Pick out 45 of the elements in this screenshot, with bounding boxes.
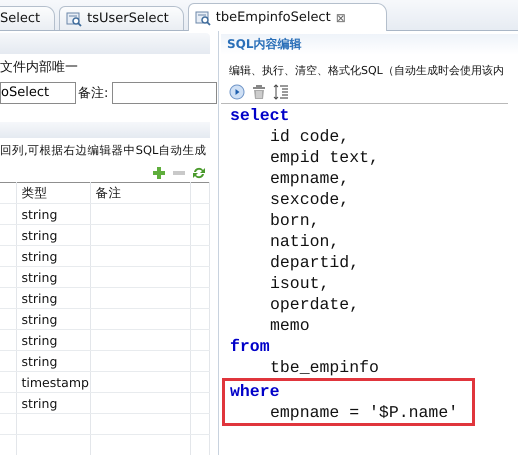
column-header: 类型 [16, 182, 90, 204]
table-cell: string [16, 330, 90, 350]
sql-line: empname, [269, 168, 350, 189]
format-icon[interactable] [273, 84, 289, 100]
sql-line: departid, [269, 252, 360, 273]
sql-line: sexcode, [269, 189, 350, 210]
sql-keyword: from [230, 336, 271, 357]
sql-line: empid text, [269, 147, 380, 168]
refresh-icon[interactable] [192, 166, 206, 180]
query-icon [66, 10, 82, 26]
sql-line: isout, [269, 273, 330, 294]
table-cell: string [16, 308, 90, 330]
table-cell: string [16, 350, 90, 372]
columns-hint: 回列,可根据右边编辑器中SQL自动生成 [0, 143, 206, 158]
run-icon[interactable] [229, 84, 245, 100]
column-header: 备注 [90, 182, 190, 204]
editor-tab[interactable]: Select [0, 6, 56, 30]
remark-label: 备注: [78, 84, 108, 102]
table-cell: timestamp [16, 372, 90, 392]
sql-line: empname = '$P.name' [269, 402, 460, 423]
query-icon [194, 10, 211, 26]
editor-tab[interactable]: tbeEmpinfoSelect ⊠ [188, 3, 387, 31]
sql-keyword: where [230, 381, 281, 402]
editor-tab[interactable]: tsUserSelect [59, 6, 184, 30]
sql-line: nation, [269, 231, 340, 252]
name-field[interactable]: oSelect [0, 82, 76, 104]
remark-field[interactable] [112, 82, 218, 104]
table-cell: string [16, 204, 90, 224]
sql-line: memo [269, 315, 311, 336]
close-icon[interactable]: ⊠ [336, 10, 346, 24]
hint-text: 文件内部唯一 [0, 58, 79, 76]
add-icon[interactable] [152, 166, 166, 180]
table-cell: string [16, 392, 90, 414]
table-cell: string [16, 224, 90, 246]
sql-editor[interactable]: select id code, empid text, empname, sexcode, born, nation, departid, isout, operdate, memo from tbe_empinfo where empname = '$P.name' [221, 104, 518, 426]
sql-line: operdate, [269, 294, 360, 315]
sql-line: id code, [269, 126, 350, 147]
sql-line: tbe_empinfo [269, 357, 380, 378]
table-cell: string [16, 266, 90, 288]
trash-icon[interactable] [251, 84, 267, 100]
sql-keyword: select [230, 105, 290, 126]
section-description: 编辑、执行、清空、格式化SQL（自动生成时会使用该内 [229, 63, 505, 78]
table-cell: string [16, 288, 90, 308]
sql-line: born, [269, 210, 321, 231]
table-cell: string [16, 246, 90, 266]
